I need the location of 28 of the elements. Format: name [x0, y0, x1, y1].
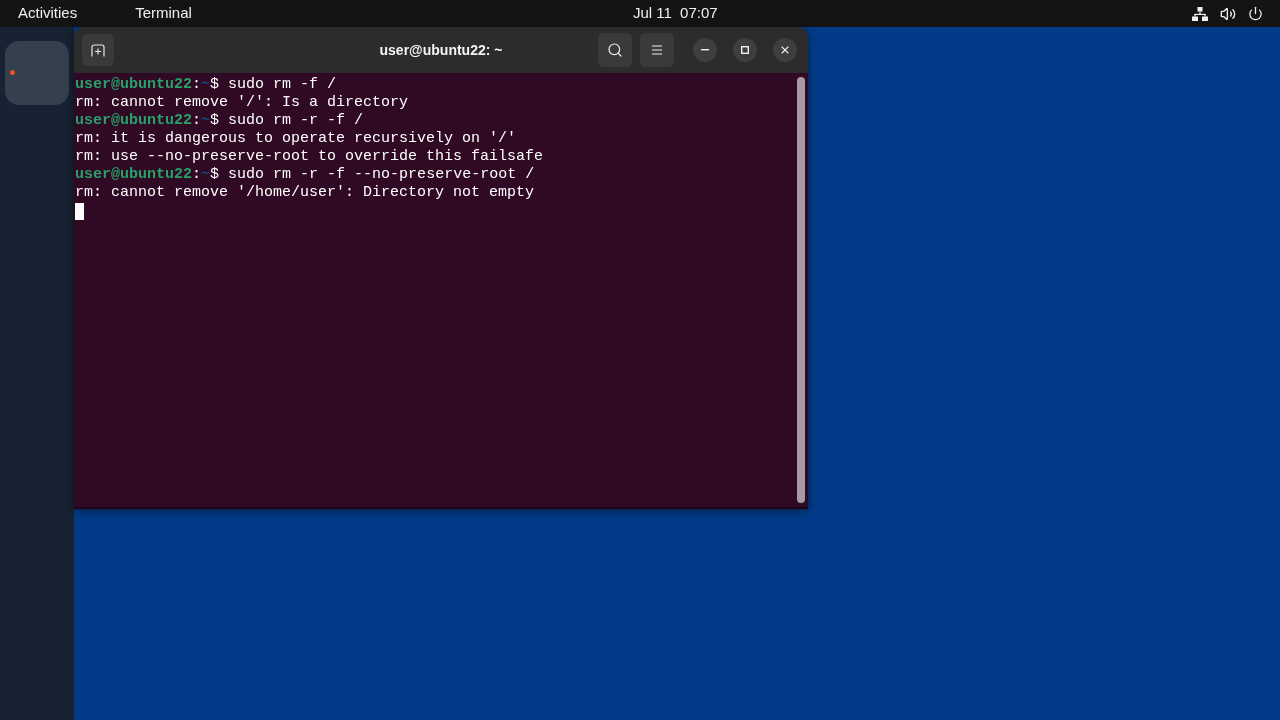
maximize-icon [741, 46, 749, 54]
app-menu[interactable]: Terminal [135, 2, 192, 25]
scrollbar[interactable] [797, 77, 805, 503]
prompt-line: user@ubuntu22:~$ sudo rm -f / [75, 76, 338, 94]
power-icon[interactable] [1248, 6, 1263, 21]
close-icon [779, 44, 791, 56]
menu-button[interactable] [640, 33, 674, 67]
output-line: rm: use --no-preserve-root to override this failsafe [75, 148, 545, 166]
activities-button[interactable]: Activities [18, 2, 78, 25]
prompt-line: user@ubuntu22:~$ sudo rm -r -f --no-preserve-root / [75, 166, 536, 184]
maximize-button[interactable] [733, 38, 757, 62]
output-line: rm: cannot remove '/home/user': Directory not empty [75, 184, 536, 202]
menu-icon [650, 43, 664, 57]
close-button[interactable] [773, 38, 797, 62]
new-tab-button[interactable] [82, 34, 114, 66]
output-line: rm: it is dangerous to operate recursively on '/' [75, 130, 518, 148]
minimize-icon [701, 49, 709, 51]
network-icon[interactable] [1192, 6, 1208, 21]
window-title: user@ubuntu22: ~ [379, 40, 503, 60]
search-icon [607, 42, 623, 58]
minimize-button[interactable] [693, 38, 717, 62]
search-button[interactable] [598, 33, 632, 67]
new-tab-icon [91, 43, 105, 57]
volume-icon[interactable] [1220, 5, 1236, 22]
prompt-line: user@ubuntu22:~$ sudo rm -r -f / [75, 112, 365, 130]
output-line: rm: cannot remove '/': Is a directory [75, 94, 410, 112]
dock-app-tile[interactable] [5, 41, 69, 105]
clock[interactable]: Jul 11 07:07 [632, 2, 718, 25]
